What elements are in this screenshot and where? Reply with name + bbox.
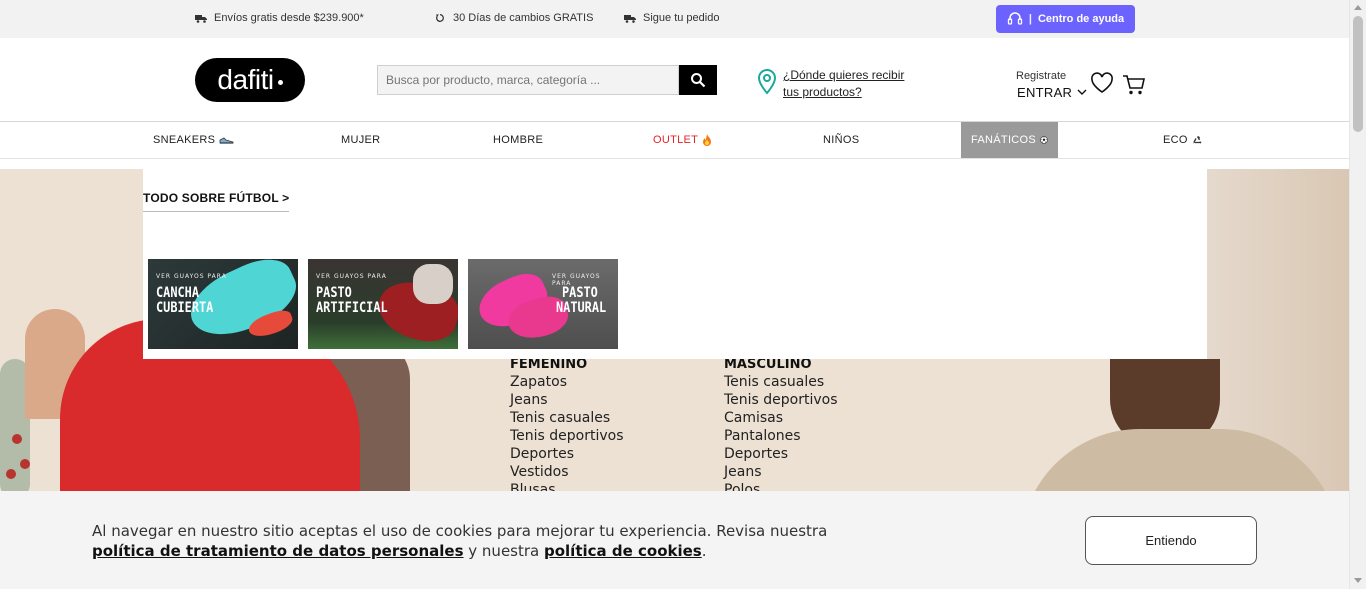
cookie-banner: Al navegar en nuestro sitio aceptas el u… [0,491,1349,589]
femenino-heading: FEMENINO [510,357,588,372]
location-pin-icon [757,69,777,95]
soccer-ball-icon [1040,136,1048,144]
category-link[interactable]: Jeans [510,391,624,409]
tile-title-line2: ARTIFICIAL [316,300,388,316]
tile-cancha-cubierta[interactable]: VER GUAYOS PARA CANCHA CUBIERTA [148,259,298,349]
sneaker-icon [219,137,234,144]
logo-text: dafiti [217,64,274,95]
track-order-link[interactable]: Sigue tu pedido [624,12,719,24]
refresh-icon [435,14,444,22]
accept-cookies-button[interactable]: Entiendo [1085,516,1257,565]
category-column-femenino: FEMENINO Zapatos Jeans Tenis casuales Te… [510,357,624,499]
tile-title-line2: NATURAL [556,300,607,316]
headset-icon [1007,12,1023,25]
category-column-masculino: MASCULINO Tenis casuales Tenis deportivo… [724,357,838,499]
search-input[interactable] [377,65,679,95]
fanaticos-dropdown: TODO SOBRE FÚTBOL > VER GUAYOS PARA CANC… [143,169,1207,359]
category-link[interactable]: Vestidos [510,463,624,481]
category-link[interactable]: Deportes [510,445,624,463]
register-link[interactable]: Registrate [1016,70,1066,82]
nav-ninos[interactable]: NIÑOS [823,122,859,158]
nav-mujer[interactable]: MUJER [341,122,380,158]
berry-decoration [6,469,16,479]
cart-icon[interactable] [1122,74,1146,96]
category-link[interactable]: Tenis deportivos [724,391,838,409]
category-link[interactable]: Tenis casuales [724,373,838,391]
futbol-link[interactable]: TODO SOBRE FÚTBOL > [143,191,290,212]
tile-pasto-artificial[interactable]: VER GUAYOS PARA PASTO ARTIFICIAL [308,259,458,349]
scrollbar[interactable] [1349,0,1366,589]
login-dropdown[interactable]: ENTRAR [1017,85,1087,100]
berry-decoration [12,434,22,444]
returns-text: 30 Días de cambios GRATIS [453,12,594,24]
category-link[interactable]: Jeans [724,463,838,481]
dafiti-logo[interactable]: dafiti [195,58,305,102]
free-shipping-text: Envíos gratis desde $239.900* [214,12,364,24]
nav-outlet-label: OUTLET [653,134,699,146]
hand-image [413,264,453,304]
cookie-text-middle: y nuestra [463,542,544,560]
nav-eco[interactable]: ECO [1163,122,1203,158]
category-link[interactable]: Camisas [724,409,838,427]
chevron-down-icon [1077,89,1087,95]
help-center-button[interactable]: | Centro de ayuda [996,5,1135,33]
site-header: dafiti ¿Dónde quieres recibir tus produc… [0,38,1349,122]
truck-icon [624,15,636,23]
category-link[interactable]: Pantalones [724,427,838,445]
fire-icon [703,134,712,146]
main-nav: SNEAKERS MUJER HOMBRE OUTLET NIÑOS FANÁT… [0,122,1349,159]
tile-pasto-natural[interactable]: VER GUAYOS PARA PASTO NATURAL [468,259,618,349]
top-promo-bar: Envíos gratis desde $239.900* 30 Días de… [0,0,1349,38]
berry-decoration [20,459,30,469]
category-link[interactable]: Tenis deportivos [510,427,624,445]
tile-kicker: VER GUAYOS PARA [316,273,387,280]
tile-kicker: VER GUAYOS PARA [156,273,227,280]
privacy-policy-link[interactable]: política de tratamiento de datos persona… [92,542,464,560]
nav-fanaticos-label: FANÁTICOS [971,134,1037,146]
login-label: ENTRAR [1017,85,1073,100]
logo-dot [277,79,283,85]
search-icon [691,73,706,88]
nav-mujer-label: MUJER [341,134,381,146]
nav-sneakers-label: SNEAKERS [153,134,216,146]
free-shipping-notice[interactable]: Envíos gratis desde $239.900* [195,12,364,24]
nav-fanaticos[interactable]: FANÁTICOS [961,122,1058,158]
tile-title-line1: PASTO [316,285,352,301]
nav-hombre[interactable]: HOMBRE [493,122,543,158]
category-link[interactable]: Tenis casuales [510,409,624,427]
tile-title-line2: CUBIERTA [156,300,214,316]
scroll-up-arrow[interactable] [1354,5,1362,10]
search-button[interactable] [679,65,717,95]
help-center-label: Centro de ayuda [1037,13,1125,25]
masculino-heading: MASCULINO [724,357,812,372]
category-link[interactable]: Zapatos [510,373,624,391]
heart-icon[interactable] [1090,72,1114,94]
cookie-policy-link[interactable]: política de cookies [544,542,702,560]
scroll-down-arrow[interactable] [1354,578,1362,583]
cookie-text-before: Al navegar en nuestro sitio aceptas el u… [92,522,828,540]
nav-ninos-label: NIÑOS [823,134,860,146]
scroll-thumb[interactable] [1353,16,1363,132]
cookie-message: Al navegar en nuestro sitio aceptas el u… [92,521,892,561]
delivery-location-link[interactable]: ¿Dónde quieres recibir tus productos? [783,67,923,101]
help-separator: | [1028,13,1032,25]
track-order-text: Sigue tu pedido [643,12,720,24]
category-link[interactable]: Deportes [724,445,838,463]
cookie-text-after: . [701,542,707,560]
returns-notice[interactable]: 30 Días de cambios GRATIS [434,12,593,24]
tile-title-line1: CANCHA [156,285,199,301]
nav-sneakers[interactable]: SNEAKERS [153,122,234,158]
nav-hombre-label: HOMBRE [493,134,544,146]
nav-eco-label: ECO [1163,134,1188,146]
tile-title-line1: PASTO [562,285,598,301]
truck-icon [195,15,207,23]
nav-outlet[interactable]: OUTLET [653,122,712,158]
recycle-icon [1193,135,1202,144]
